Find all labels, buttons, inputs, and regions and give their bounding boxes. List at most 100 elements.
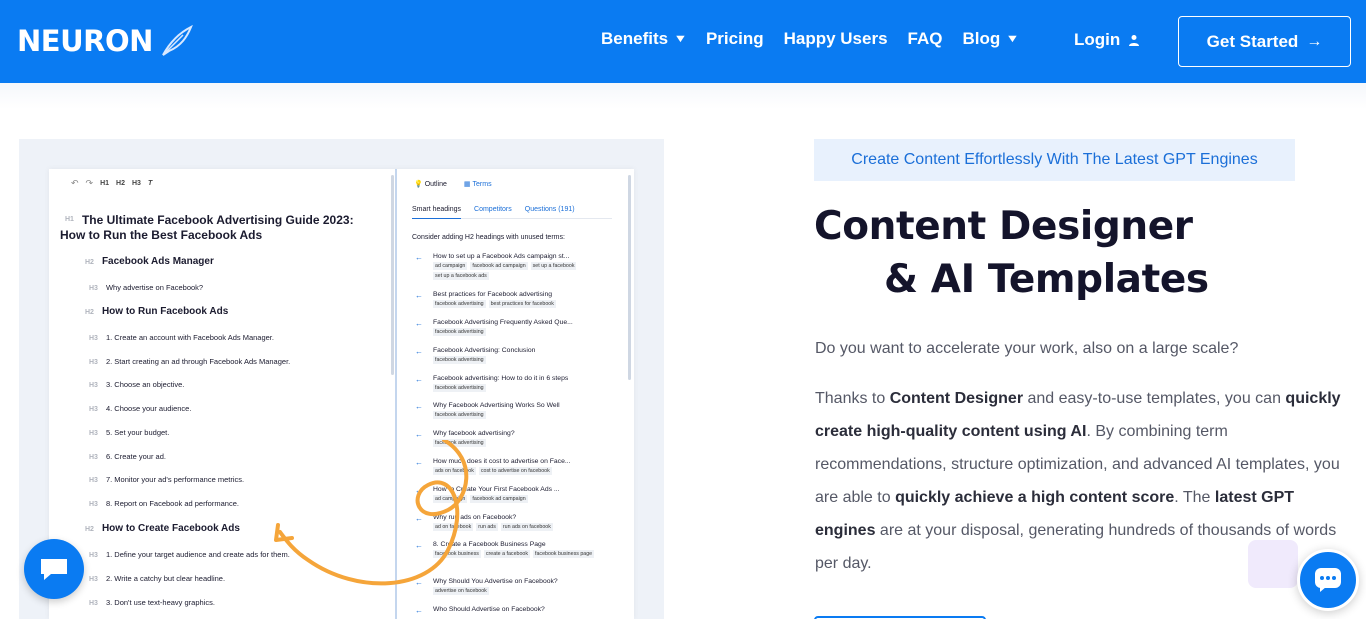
feather-icon [162, 24, 193, 56]
heading-text-line: 2. Start creating an ad through Facebook… [105, 357, 291, 366]
heading-level-tag: H3 [89, 454, 98, 461]
heading-suggestion[interactable]: ← Best practices for Facebook advertising… [415, 291, 610, 310]
nav-item-happy-users[interactable]: Happy Users [784, 29, 888, 49]
nav-item-label: FAQ [907, 29, 943, 48]
heading-text: 1. Define your target audience and creat… [106, 550, 290, 559]
subtab-questions: Questions (191) [524, 206, 575, 213]
term-chip: cost to advertise on facebook [478, 467, 552, 475]
heading-text: How to Run Facebook Ads [102, 306, 228, 317]
para-bold: quickly achieve a high content score [895, 489, 1175, 506]
para-text: Thanks to [815, 390, 890, 407]
heading-level-tag: H3 [89, 430, 98, 437]
doc-heading-h2: H2 Facebook Ads Manager [85, 256, 214, 267]
heading-text-line: 7. Monitor your ad's performance metrics… [105, 475, 245, 484]
doc-heading-h3: H3 2. Write a catchy but clear headline. [89, 573, 225, 583]
arrow-left-icon: ← [415, 253, 423, 262]
login-label: Login [1074, 30, 1121, 49]
pane-tabs: 💡 Outline ▦ Terms [414, 180, 509, 189]
heading-text-line: 5. Set your budget. [105, 428, 170, 437]
heading-suggestion[interactable]: ← Facebook Advertising: Conclusion faceboo… [415, 347, 610, 366]
heading-text: 1. Create an account with Facebook Ads M… [106, 333, 274, 342]
doc-heading-h3: H3 3. Choose an objective. [89, 379, 184, 389]
heading-text: 6. Create your ad. [106, 452, 166, 461]
heading-text: 5. Set your budget. [106, 428, 169, 437]
chevron-down-icon: ▼ [1005, 33, 1020, 45]
doc-heading-h3: H3 6. Create your ad. [89, 451, 166, 461]
heading-text-line: How to Run the Best Facebook Ads [59, 228, 263, 242]
heading-level-tag: H2 [85, 309, 94, 316]
sub-tabs: Smart headings Competitors Questions (19… [412, 206, 612, 219]
heading-text-line: 4. Choose your audience. [105, 404, 192, 413]
curved-arrow-decoration [274, 440, 469, 586]
heading-text: 3. Don't use text-heavy graphics. [106, 598, 215, 607]
heading-text-line: 8. Report on Facebook ad performance. [105, 499, 239, 508]
hero-title-line2: & AI Templates [884, 257, 1209, 302]
suggestion-title: Facebook advertising: How to do it in 6 … [433, 375, 569, 382]
heading-level-tag: H1 [65, 216, 74, 223]
suggestion-terms: ad campaign facebook ad campaign set up a … [433, 262, 610, 282]
nav-shadow [0, 83, 1366, 109]
doc-heading-h3: H3 7. Monitor your ad's performance metri… [89, 474, 244, 484]
get-started-button[interactable]: Get Started → [1178, 16, 1351, 67]
doc-heading-h2: H2 How to Create Facebook Ads [85, 523, 240, 534]
heading-level-tag: H3 [89, 359, 98, 366]
heading-level-tag: H3 [89, 576, 98, 583]
h2-button: H2 [116, 180, 125, 187]
hero-title-line1: Content Designer [814, 204, 1193, 249]
heading-suggestion[interactable]: ← Why Facebook Advertising Works So Well f… [415, 402, 610, 421]
message-icon [41, 559, 67, 580]
chat-launcher-right[interactable] [1297, 549, 1359, 611]
hero-lead: Do you want to accelerate your work, als… [815, 340, 1239, 357]
arrow-left-icon: ← [415, 402, 423, 411]
chat-launcher-left[interactable] [24, 539, 84, 599]
nav-item-faq[interactable]: FAQ [908, 29, 943, 49]
heading-text-line: How to Run Facebook Ads [101, 306, 229, 317]
heading-suggestion[interactable]: ← Facebook advertising: How to do it in 6… [415, 375, 610, 394]
h1-button: H1 [100, 180, 110, 187]
arrow-right-icon: → [1306, 32, 1323, 50]
nav-item-blog[interactable]: Blog ▼ [962, 29, 1020, 49]
arrow-left-icon: ← [415, 347, 423, 356]
clear-format-button: T [147, 180, 153, 187]
nav-item-label: Pricing [705, 29, 764, 48]
heading-level-tag: H3 [89, 406, 98, 413]
heading-text-line: Why advertise on Facebook? [105, 283, 204, 292]
arrow-left-icon: ← [415, 430, 423, 439]
main-menu: Benefits ▼ Pricing Happy Users FAQ Blog ▼ [601, 29, 1038, 49]
arrow-left-icon: ← [415, 375, 423, 384]
suggestion-terms: facebook advertising [433, 356, 610, 366]
doc-heading-h3: H3 1. Define your target audience and cre… [89, 549, 290, 559]
suggestion-title: How to set up a Facebook Ads campaign st… [433, 253, 570, 260]
bulb-icon: 💡 [414, 181, 423, 188]
undo-icon: ↶ [71, 178, 79, 188]
get-started-label: Get Started [1206, 31, 1299, 51]
heading-level-tag: H3 [89, 335, 98, 342]
logo-text: NEURON [17, 24, 153, 58]
suggestion-title: Facebook Advertising Frequently Asked Qu… [433, 319, 573, 326]
heading-text: 4. Choose your audience. [106, 404, 191, 413]
heading-text-line: 6. Create your ad. [105, 452, 166, 461]
arrow-left-icon: ← [415, 319, 423, 328]
nav-item-pricing[interactable]: Pricing [706, 29, 764, 49]
tab-terms-label: Terms [472, 180, 492, 188]
term-chip: set up a facebook ads [433, 272, 489, 280]
suggestion-title: Best practices for Facebook advertising [433, 291, 553, 298]
logo[interactable]: NEURON [17, 24, 193, 58]
heading-suggestion[interactable]: ← How to set up a Facebook Ads campaign s… [415, 253, 610, 282]
term-chip: facebook advertising [433, 356, 486, 364]
heading-level-tag: H2 [85, 526, 94, 533]
term-chip: ad campaign [433, 262, 468, 270]
heading-suggestion[interactable]: ← Facebook Advertising Frequently Asked Q… [415, 319, 610, 338]
top-nav: NEURON Benefits ▼ Pricing Happy Users FAQ Blo… [0, 0, 1366, 83]
subtab-competitors: Competitors [474, 206, 512, 213]
hint-text: Consider adding H2 headings with unused … [412, 234, 565, 241]
nav-item-benefits[interactable]: Benefits ▼ [601, 29, 688, 49]
login-link[interactable]: Login [1074, 30, 1140, 50]
heading-text-line: Facebook Ads Manager [101, 256, 214, 267]
arrow-left-icon: ← [415, 291, 423, 300]
doc-heading-h3: H3 4. Choose your audience. [89, 403, 191, 413]
heading-text-line: 3. Don't use text-heavy graphics. [105, 598, 215, 607]
heading-text: Why advertise on Facebook? [106, 283, 203, 292]
term-chip: facebook advertising [433, 384, 486, 392]
doc-heading-h3: H3 2. Start creating an ad through Facebo… [89, 356, 290, 366]
